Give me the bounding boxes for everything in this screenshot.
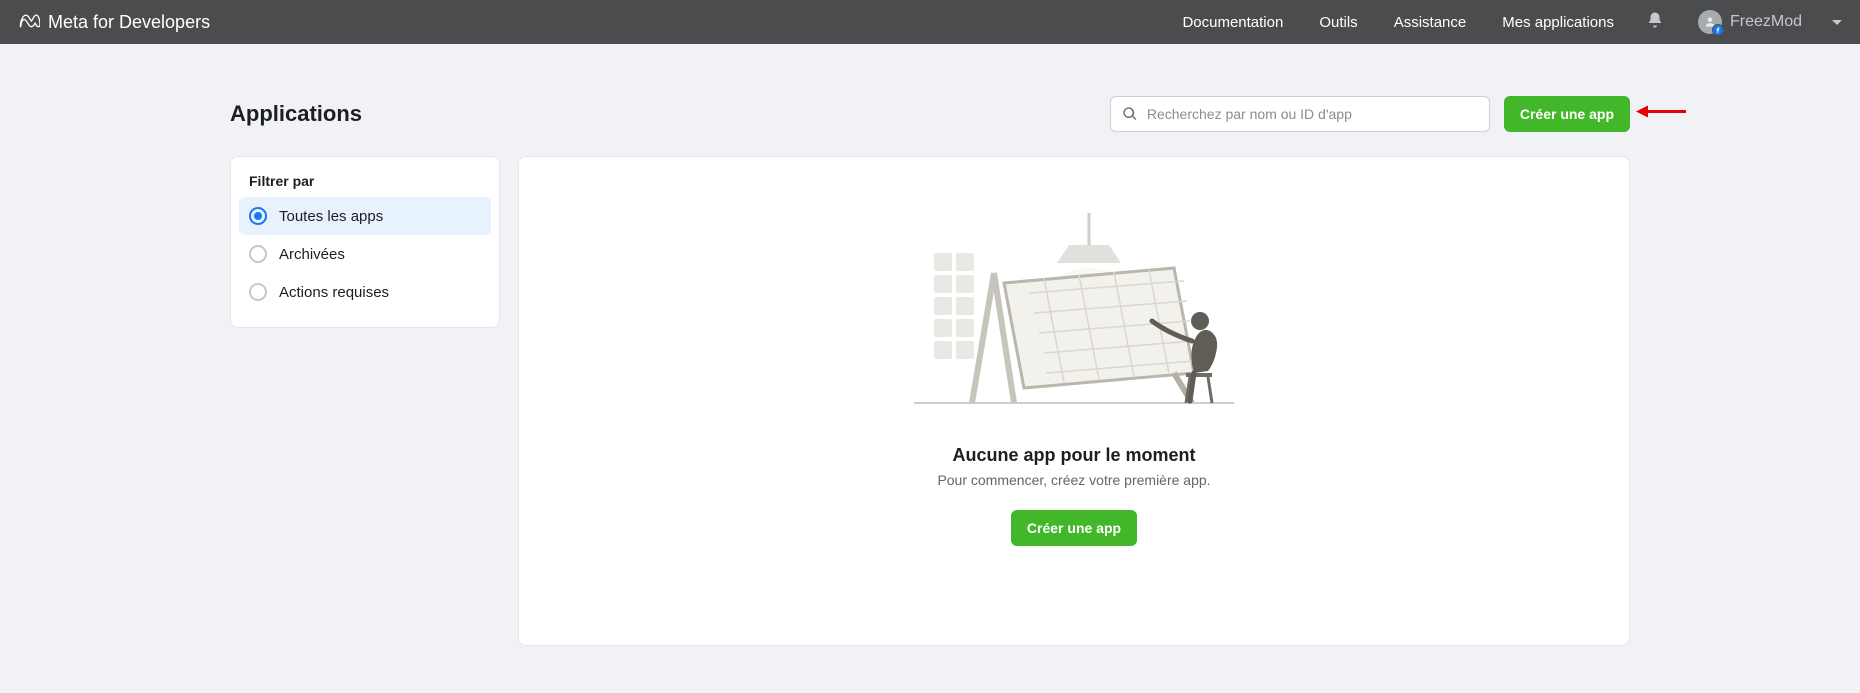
- nav-assistance[interactable]: Assistance: [1376, 14, 1485, 31]
- create-app-button-header[interactable]: Créer une app: [1504, 96, 1630, 132]
- filter-item-label: Toutes les apps: [279, 208, 383, 225]
- page-title: Applications: [230, 101, 362, 127]
- empty-state-title: Aucune app pour le moment: [952, 445, 1195, 466]
- brand-text: Meta for Developers: [48, 12, 210, 33]
- chevron-down-icon: [1832, 20, 1842, 25]
- arrow-left-icon: [1636, 103, 1686, 126]
- facebook-badge-icon: [1712, 24, 1724, 36]
- filter-item-archived[interactable]: Archivées: [239, 235, 491, 273]
- radio-icon: [249, 245, 267, 263]
- nav-my-apps[interactable]: Mes applications: [1484, 14, 1632, 31]
- page-header: Applications Créer une app: [230, 96, 1630, 132]
- avatar: [1698, 10, 1722, 34]
- notifications-button[interactable]: [1632, 11, 1678, 34]
- top-navbar: Meta for Developers Documentation Outils…: [0, 0, 1860, 44]
- radio-icon: [249, 207, 267, 225]
- filter-item-all-apps[interactable]: Toutes les apps: [239, 197, 491, 235]
- apps-main-card: Aucune app pour le moment Pour commencer…: [518, 156, 1630, 646]
- filter-item-label: Archivées: [279, 246, 345, 263]
- empty-state-subtitle: Pour commencer, créez votre première app…: [937, 472, 1210, 488]
- filter-card: Filtrer par Toutes les apps Archivées Ac…: [230, 156, 500, 328]
- filter-item-actions-required[interactable]: Actions requises: [239, 273, 491, 311]
- user-menu[interactable]: FreezMod: [1678, 10, 1842, 34]
- meta-logo-icon: [18, 9, 40, 36]
- create-app-button-empty[interactable]: Créer une app: [1011, 510, 1137, 546]
- nav-tools[interactable]: Outils: [1301, 14, 1375, 31]
- filter-title: Filtrer par: [239, 173, 491, 197]
- search-input[interactable]: [1110, 96, 1490, 132]
- radio-icon: [249, 283, 267, 301]
- bell-icon: [1646, 11, 1664, 34]
- search-wrap: [1110, 96, 1490, 132]
- nav-documentation[interactable]: Documentation: [1164, 14, 1301, 31]
- empty-state-illustration: [894, 213, 1254, 423]
- filter-item-label: Actions requises: [279, 284, 389, 301]
- arrow-annotation: [1636, 103, 1686, 126]
- user-name: FreezMod: [1730, 13, 1802, 31]
- brand[interactable]: Meta for Developers: [18, 9, 210, 36]
